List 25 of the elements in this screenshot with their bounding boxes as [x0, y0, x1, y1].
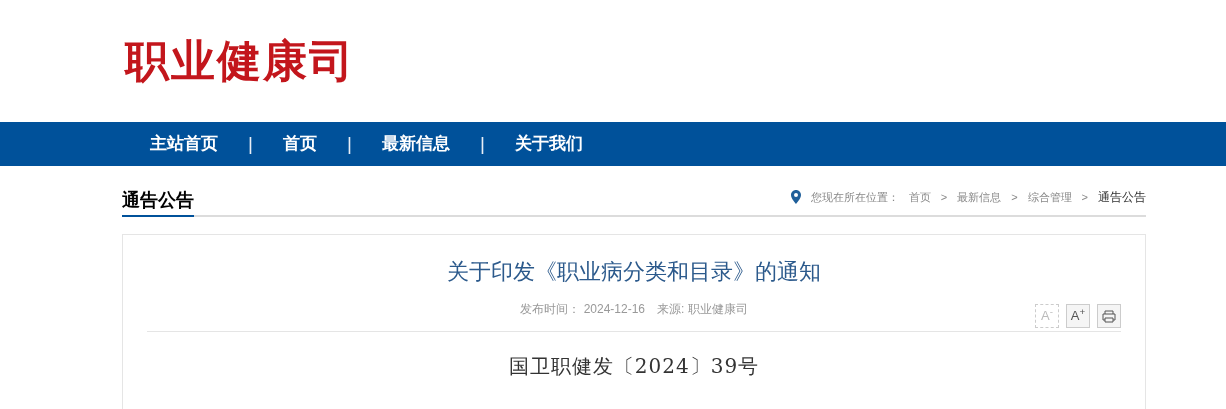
article-title: 关于印发《职业病分类和目录》的通知	[446, 258, 822, 286]
nav-separator: |	[248, 131, 253, 156]
printer-icon	[1102, 309, 1116, 323]
section-title: 通告公告	[122, 187, 194, 217]
breadcrumb-link[interactable]: 综合管理	[1027, 188, 1072, 206]
site-title: 职业健康司	[125, 35, 355, 87]
breadcrumb-separator: >	[940, 189, 948, 205]
nav-separator: |	[346, 131, 352, 156]
breadcrumb-separator: >	[1081, 189, 1088, 205]
document-number: 国卫职健发〔2024〕39号	[507, 353, 761, 380]
breadcrumb-link[interactable]: 首页	[908, 188, 931, 206]
breadcrumb-link[interactable]: 最新信息	[957, 188, 1002, 206]
nav-link[interactable]: 主站首页	[150, 131, 218, 157]
increase-font-button[interactable]: A$^{+}$	[1066, 304, 1090, 328]
publish-date: 发布时间： 2024-12-16	[520, 301, 646, 318]
print-button[interactable]	[1097, 304, 1121, 328]
article-source: 来源: 职业健康司	[657, 301, 748, 318]
nav-link[interactable]: 关于我们	[514, 131, 583, 157]
nav-link[interactable]: 首页	[282, 131, 317, 157]
breadcrumb-separator: >	[1011, 189, 1018, 205]
location-pin-icon	[790, 190, 801, 204]
nav-link[interactable]: 最新信息	[381, 131, 450, 157]
nav-separator: |	[479, 131, 485, 156]
breadcrumb-label: 您现在所在位置：	[810, 189, 899, 205]
breadcrumb-link[interactable]: 通告公告	[1098, 188, 1146, 206]
